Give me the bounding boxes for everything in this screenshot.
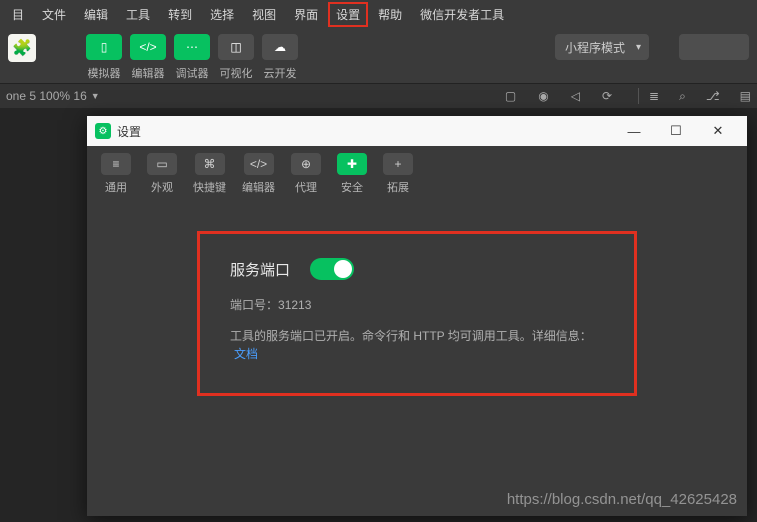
service-port-title: 服务端口 xyxy=(230,259,290,280)
phone-icon: ▯ xyxy=(86,34,122,60)
watermark: https://blog.csdn.net/qq_42625428 xyxy=(507,491,737,508)
menu-界面[interactable]: 界面 xyxy=(286,2,326,27)
mode-select-label: 小程序模式 xyxy=(565,39,625,56)
settings-body: 服务端口 端口号：31213 工具的服务端口已开启。命令行和 HTTP 均可调用… xyxy=(87,201,747,516)
security-highlight-box: 服务端口 端口号：31213 工具的服务端口已开启。命令行和 HTTP 均可调用… xyxy=(197,231,637,396)
安全-icon: ✚ xyxy=(337,153,367,175)
tool-label: 云开发 xyxy=(264,65,297,81)
tab-代理[interactable]: ⊕ 代理 xyxy=(285,149,327,199)
refresh-icon[interactable]: ⟳ xyxy=(602,89,612,103)
menu-目[interactable]: 目 xyxy=(4,2,32,27)
menu-选择[interactable]: 选择 xyxy=(202,2,242,27)
tab-label: 编辑器 xyxy=(242,179,275,195)
visual-icon: ◫ xyxy=(218,34,254,60)
编辑器-icon: </> xyxy=(244,153,274,175)
bug-icon: ⋯ xyxy=(174,34,210,60)
divider xyxy=(638,88,639,104)
menubar: 目文件编辑工具转到选择视图界面设置帮助微信开发者工具 xyxy=(0,0,757,28)
list-icon[interactable]: ≣ xyxy=(649,89,659,104)
phone-icon[interactable]: ▢ xyxy=(505,89,516,103)
tool-编辑器[interactable]: </> 编辑器 xyxy=(130,34,166,81)
code-icon: </> xyxy=(130,34,166,60)
tool-模拟器[interactable]: ▯ 模拟器 xyxy=(86,34,122,81)
main-toolbar: 🧩 ▯ 模拟器 </> 编辑器 ⋯ 调试器 ◫ 可视化 ☁ 云开发 小程序模式 xyxy=(0,28,757,84)
tab-label: 代理 xyxy=(295,179,317,195)
menu-设置[interactable]: 设置 xyxy=(328,2,368,27)
tool-label: 可视化 xyxy=(220,65,253,81)
settings-window: ⚙ 设置 — ☐ ✕ ≡ 通用 ▭ 外观 ⌘ 快捷键 </> 编辑器 ⊕ 代理 ✚ 安全 + 拓展 服务端… xyxy=(87,116,747,516)
statusbar: one 5 100% 16 ▼ ▢ ◉ ◁ ⟳ ≣ ⌕ ⎇ ▤ xyxy=(0,84,757,108)
panel-icon[interactable]: ▤ xyxy=(740,89,751,104)
toggle-knob xyxy=(334,260,352,278)
tool-label: 调试器 xyxy=(176,65,209,81)
menu-工具[interactable]: 工具 xyxy=(118,2,158,27)
menu-视图[interactable]: 视图 xyxy=(244,2,284,27)
minimize-button[interactable]: — xyxy=(613,116,655,146)
maximize-button[interactable]: ☐ xyxy=(655,116,697,146)
description-line: 工具的服务端口已开启。命令行和 HTTP 均可调用工具。详细信息： 文档 xyxy=(230,327,604,363)
menu-微信开发者工具[interactable]: 微信开发者工具 xyxy=(412,2,512,27)
tool-label: 编辑器 xyxy=(132,65,165,81)
代理-icon: ⊕ xyxy=(291,153,321,175)
拓展-icon: + xyxy=(383,153,413,175)
tab-label: 拓展 xyxy=(387,179,409,195)
cloud-icon: ☁ xyxy=(262,34,298,60)
menu-转到[interactable]: 转到 xyxy=(160,2,200,27)
search-icon[interactable]: ⌕ xyxy=(679,89,686,104)
tab-label: 快捷键 xyxy=(193,179,226,195)
tab-拓展[interactable]: + 拓展 xyxy=(377,149,419,199)
tool-label: 模拟器 xyxy=(88,65,121,81)
tab-通用[interactable]: ≡ 通用 xyxy=(95,149,137,199)
tab-label: 外观 xyxy=(151,179,173,195)
chevron-down-icon[interactable]: ▼ xyxy=(91,91,100,101)
tab-label: 通用 xyxy=(105,179,127,195)
port-label: 端口号： xyxy=(230,298,278,312)
record-icon[interactable]: ◉ xyxy=(538,89,548,103)
menu-文件[interactable]: 文件 xyxy=(34,2,74,27)
通用-icon: ≡ xyxy=(101,153,131,175)
menu-帮助[interactable]: 帮助 xyxy=(370,2,410,27)
settings-tabs: ≡ 通用 ▭ 外观 ⌘ 快捷键 </> 编辑器 ⊕ 代理 ✚ 安全 + 拓展 xyxy=(87,146,747,201)
port-value: 31213 xyxy=(278,298,311,312)
window-title: 设置 xyxy=(117,123,141,140)
close-button[interactable]: ✕ xyxy=(697,116,739,146)
快捷键-icon: ⌘ xyxy=(195,153,225,175)
tool-可视化[interactable]: ◫ 可视化 xyxy=(218,34,254,81)
menu-编辑[interactable]: 编辑 xyxy=(76,2,116,27)
tab-外观[interactable]: ▭ 外观 xyxy=(141,149,183,199)
status-icons: ▢ ◉ ◁ ⟳ xyxy=(505,89,612,103)
description-text: 工具的服务端口已开启。命令行和 HTTP 均可调用工具。详细信息： xyxy=(230,329,592,343)
tab-label: 安全 xyxy=(341,179,363,195)
branch-icon[interactable]: ⎇ xyxy=(706,89,720,104)
tab-编辑器[interactable]: </> 编辑器 xyxy=(236,149,281,199)
外观-icon: ▭ xyxy=(147,153,177,175)
page-icons: ≣ ⌕ ⎇ ▤ xyxy=(649,89,751,104)
tab-快捷键[interactable]: ⌘ 快捷键 xyxy=(187,149,232,199)
compile-button[interactable] xyxy=(679,34,749,60)
settings-icon: ⚙ xyxy=(95,123,111,139)
window-titlebar: ⚙ 设置 — ☐ ✕ xyxy=(87,116,747,146)
tool-云开发[interactable]: ☁ 云开发 xyxy=(262,34,298,81)
mode-select[interactable]: 小程序模式 xyxy=(555,34,649,60)
tab-安全[interactable]: ✚ 安全 xyxy=(331,149,373,199)
docs-link[interactable]: 文档 xyxy=(234,347,258,361)
device-info: one 5 100% 16 xyxy=(6,89,87,103)
app-logo: 🧩 xyxy=(8,34,36,62)
send-icon[interactable]: ◁ xyxy=(571,89,580,103)
port-line: 端口号：31213 xyxy=(230,296,604,313)
tool-调试器[interactable]: ⋯ 调试器 xyxy=(174,34,210,81)
service-port-toggle[interactable] xyxy=(310,258,354,280)
